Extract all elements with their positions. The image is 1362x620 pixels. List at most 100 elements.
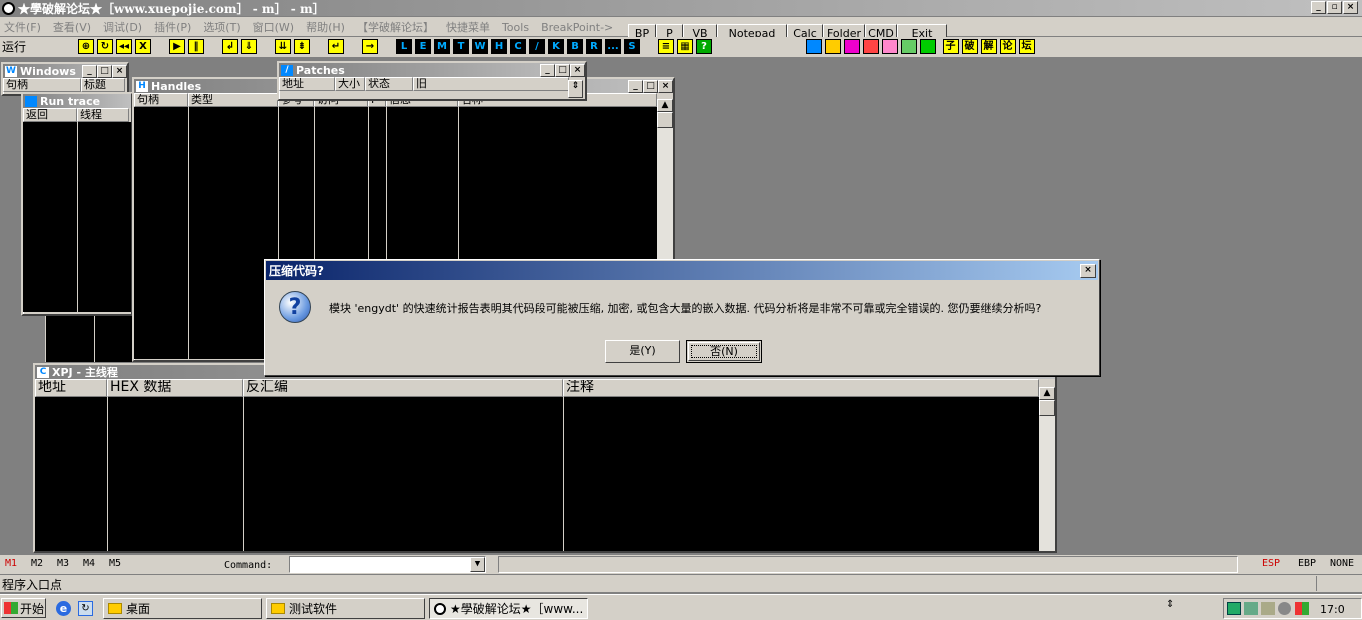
yes-button[interactable]: 是(Y): [605, 340, 680, 363]
references-icon[interactable]: R: [586, 39, 602, 54]
col-hex[interactable]: HEX 数据: [107, 379, 243, 397]
callstack-icon[interactable]: K: [548, 39, 564, 54]
runtrace-icon[interactable]: ...: [605, 39, 621, 54]
close-icon[interactable]: ×: [570, 63, 585, 77]
log-icon[interactable]: L: [396, 39, 412, 54]
tray-tool-icon[interactable]: [1244, 602, 1258, 615]
runtrace-window[interactable]: Run trace 返回 线程: [21, 92, 133, 316]
menu-view[interactable]: 查看(V): [53, 21, 91, 34]
reg-esp[interactable]: ESP: [1262, 558, 1280, 569]
reg-none[interactable]: NONE: [1330, 558, 1354, 569]
tray-mail-icon[interactable]: [1261, 602, 1275, 615]
spin-icon[interactable]: ⇕: [568, 80, 583, 98]
col-old[interactable]: 旧: [413, 77, 569, 91]
scroll-up-icon[interactable]: ▲: [657, 99, 673, 112]
col-type[interactable]: 类型: [188, 93, 278, 107]
network-icon[interactable]: [1227, 602, 1241, 615]
forum-char-3[interactable]: 解: [980, 39, 997, 54]
tab-m2[interactable]: M2: [31, 558, 43, 569]
trace-over-icon[interactable]: ⇟: [294, 39, 310, 54]
tab-m5[interactable]: M5: [109, 558, 121, 569]
maximize-icon[interactable]: □: [555, 63, 570, 77]
compress-dialog[interactable]: 压缩代码? × ? 模块 'engydt' 的快速统计报告表明其代码段可能被压缩…: [264, 259, 1100, 376]
modules-icon[interactable]: E: [415, 39, 431, 54]
step-over-icon[interactable]: ⇓: [241, 39, 257, 54]
tab-m4[interactable]: M4: [83, 558, 95, 569]
minimize-icon[interactable]: _: [540, 63, 555, 77]
command-input[interactable]: ▼: [289, 556, 486, 573]
cpu-icon[interactable]: C: [510, 39, 526, 54]
pause-icon[interactable]: ‖: [188, 39, 204, 54]
reg-ebp[interactable]: EBP: [1298, 558, 1316, 569]
options-list-icon[interactable]: ≡: [658, 39, 674, 54]
col-comment[interactable]: 注释: [563, 379, 1039, 397]
rewind-icon[interactable]: ◂◂: [116, 39, 132, 54]
col-state[interactable]: 状态: [365, 77, 413, 91]
col-handle[interactable]: 句柄: [3, 78, 81, 92]
dialog-titlebar[interactable]: 压缩代码? ×: [266, 261, 1098, 280]
forum-char-5[interactable]: 坛: [1018, 39, 1035, 54]
patches-icon[interactable]: /: [529, 39, 545, 54]
stop-icon[interactable]: X: [135, 39, 151, 54]
plugin-icon-1[interactable]: [806, 39, 822, 54]
menu-window[interactable]: 窗口(W): [253, 21, 294, 34]
forum-char-4[interactable]: 论: [999, 39, 1016, 54]
forum-char-2[interactable]: 破: [961, 39, 978, 54]
cpu-disasm-pane[interactable]: [35, 397, 1039, 551]
tab-m1[interactable]: M1: [5, 558, 17, 569]
scroll-thumb[interactable]: [657, 112, 673, 128]
restart-icon[interactable]: ↻: [97, 39, 113, 54]
refresh-icon[interactable]: ↻: [78, 601, 93, 616]
close-icon[interactable]: ×: [112, 64, 127, 78]
menu-help[interactable]: 帮助(H): [306, 21, 345, 34]
plugin-icon-5[interactable]: [882, 39, 898, 54]
grid-icon[interactable]: ▦: [677, 39, 693, 54]
menu-options[interactable]: 选项(T): [203, 21, 240, 34]
col-title[interactable]: 标题: [81, 78, 125, 92]
scroll-up-icon[interactable]: ▲: [1039, 387, 1055, 400]
minimize-icon[interactable]: _: [82, 64, 97, 78]
minimize-icon[interactable]: _: [1311, 1, 1326, 14]
windows-titlebar[interactable]: W Windows _ □ ×: [3, 64, 127, 78]
menu-tools[interactable]: Tools: [502, 21, 529, 34]
minimize-icon[interactable]: _: [628, 79, 643, 93]
scroll-thumb[interactable]: [1039, 400, 1055, 416]
runtrace-list[interactable]: [23, 122, 131, 312]
close-icon[interactable]: ×: [658, 79, 673, 93]
help-icon[interactable]: ?: [696, 39, 712, 54]
ie-icon[interactable]: e: [56, 601, 71, 616]
close-icon[interactable]: ×: [1343, 1, 1358, 14]
run-icon[interactable]: ▶: [169, 39, 185, 54]
menu-breakpoint[interactable]: BreakPoint->: [541, 21, 613, 34]
menu-file[interactable]: 文件(F): [4, 21, 41, 34]
windows-icon[interactable]: W: [472, 39, 488, 54]
forum-char-1[interactable]: 子: [942, 39, 959, 54]
plugin-icon-6[interactable]: [901, 39, 917, 54]
ime-icon[interactable]: ⇕: [1166, 599, 1174, 610]
taskbar-item-testsoft[interactable]: 测试软件: [266, 598, 425, 619]
col-return[interactable]: 返回: [23, 108, 77, 122]
step-into-icon[interactable]: ↲: [222, 39, 238, 54]
cpu-window[interactable]: C XPJ - 主线程 地址 HEX 数据 反汇编 注释 ▲: [33, 363, 1057, 553]
tab-m3[interactable]: M3: [57, 558, 69, 569]
patches-window[interactable]: / Patches _ □ × 地址 大小 状态旧 ⇕: [277, 61, 587, 101]
trace-into-icon[interactable]: ⇊: [275, 39, 291, 54]
cpu-scrollbar[interactable]: ▲: [1039, 387, 1055, 551]
col-disasm[interactable]: 反汇编: [243, 379, 563, 397]
plugin-icon-2[interactable]: [825, 39, 841, 54]
patches-titlebar[interactable]: / Patches _ □ ×: [279, 63, 585, 77]
tray-app-icon[interactable]: [1295, 602, 1309, 615]
tray-security-icon[interactable]: [1278, 602, 1291, 615]
col-thread[interactable]: 线程: [77, 108, 129, 122]
plugin-icon-3[interactable]: [844, 39, 860, 54]
col-address[interactable]: 地址: [279, 77, 335, 91]
no-button-face[interactable]: 否(N): [688, 342, 760, 361]
handles-icon[interactable]: H: [491, 39, 507, 54]
col-address[interactable]: 地址: [35, 379, 107, 397]
menu-quick[interactable]: 快捷菜单: [446, 21, 490, 34]
taskbar-item-debugger[interactable]: ★學破解论坛★［www...: [429, 598, 588, 619]
close-icon[interactable]: ×: [1080, 263, 1096, 278]
chevron-down-icon[interactable]: ▼: [470, 557, 485, 572]
col-handle[interactable]: 句柄: [134, 93, 188, 107]
execute-till-return-icon[interactable]: ↵: [328, 39, 344, 54]
